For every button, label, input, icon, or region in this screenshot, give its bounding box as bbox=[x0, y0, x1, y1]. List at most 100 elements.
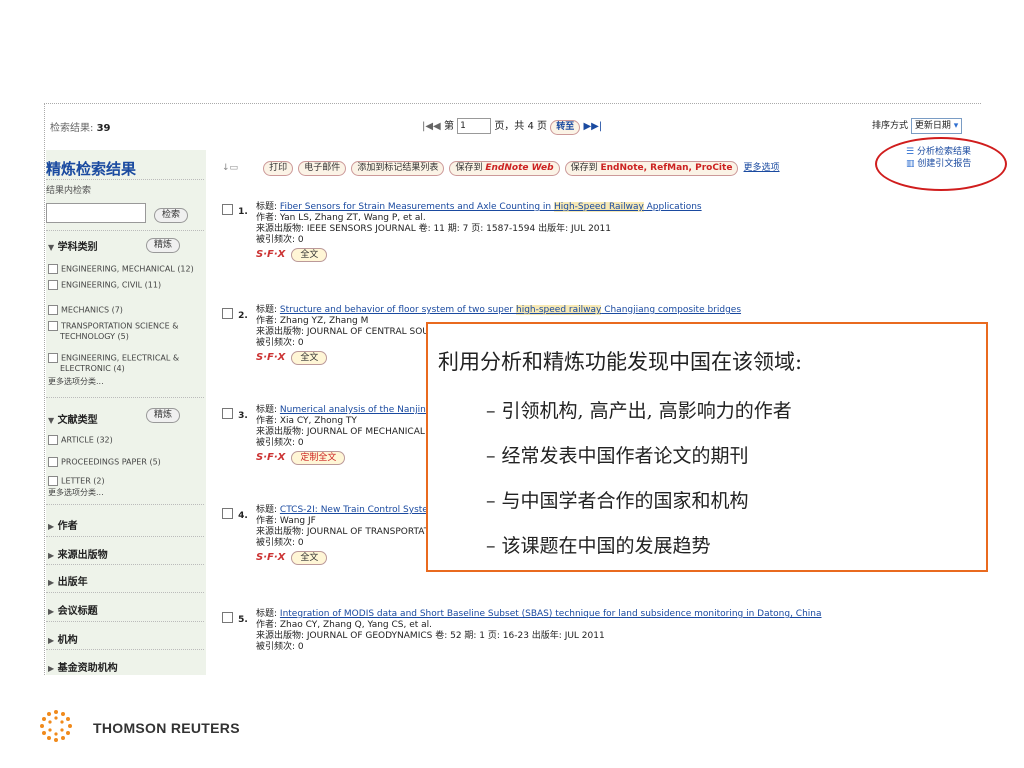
fulltext-button[interactable]: 全文 bbox=[291, 248, 328, 262]
facet-doctype-header[interactable]: ▼ 文献类型 bbox=[48, 411, 98, 426]
add-marked-button[interactable]: 添加到标记结果列表 bbox=[351, 161, 445, 176]
endnote-refman-label: EndNote, RefMan, ProCite bbox=[600, 163, 733, 173]
facet-conference[interactable]: ▶ 会议标题 bbox=[48, 602, 98, 617]
search-within-input[interactable] bbox=[46, 203, 146, 223]
record-number: 5. bbox=[238, 615, 248, 625]
first-page-icon[interactable]: |◀◀ bbox=[422, 121, 441, 132]
sort-select[interactable]: 更新日期 ▾ bbox=[910, 118, 963, 134]
checkbox[interactable] bbox=[48, 476, 58, 486]
checkbox[interactable] bbox=[48, 435, 58, 445]
more-options-link[interactable]: 更多选项 bbox=[744, 163, 780, 173]
fulltext-button[interactable]: 全文 bbox=[291, 551, 328, 565]
search-button[interactable]: 检索 bbox=[154, 208, 189, 223]
checkbox[interactable] bbox=[48, 353, 58, 363]
checkbox[interactable] bbox=[48, 305, 58, 315]
collapse-icon: ▼ bbox=[48, 243, 55, 252]
facet-item[interactable]: PROCEEDINGS PAPER (5) bbox=[48, 457, 161, 468]
checkbox[interactable] bbox=[48, 457, 58, 467]
save-endnote-web-button[interactable]: 保存到 EndNote Web bbox=[449, 161, 560, 176]
callout-item-2: – 经常发表中国作者论文的期刊 bbox=[486, 445, 749, 467]
search-within-label: 结果内检索 bbox=[46, 186, 92, 196]
highlight-oval bbox=[875, 137, 1007, 191]
expand-icon: ▶ bbox=[48, 636, 55, 645]
facet-year[interactable]: ▶ 出版年 bbox=[48, 573, 88, 588]
record-number: 4. bbox=[238, 511, 248, 521]
subject-refine-button[interactable]: 精炼 bbox=[146, 238, 181, 253]
goto-button[interactable]: 转至 bbox=[550, 120, 581, 135]
sort-area: 排序方式 更新日期 ▾ bbox=[872, 118, 963, 134]
record-checkbox[interactable] bbox=[222, 508, 233, 519]
record-title-link[interactable]: Numerical analysis of the Nanjing bbox=[280, 405, 432, 415]
logo-text: THOMSON REUTERS bbox=[93, 720, 240, 736]
subject-more-link[interactable]: 更多选项分类... bbox=[48, 377, 104, 387]
facet-item[interactable]: ENGINEERING, CIVIL (11) bbox=[48, 280, 161, 291]
facet-item[interactable]: LETTER (2) bbox=[48, 476, 105, 487]
divider bbox=[46, 621, 204, 622]
record-checkbox[interactable] bbox=[222, 612, 233, 623]
facet-author[interactable]: ▶ 作者 bbox=[48, 517, 78, 532]
sfx-button[interactable]: S·F·X bbox=[256, 249, 285, 260]
custom-fulltext-button[interactable]: 定制全文 bbox=[291, 451, 346, 465]
facet-item[interactable]: ENGINEERING, ELECTRICAL & ELECTRONIC (4) bbox=[48, 353, 179, 374]
sfx-button[interactable]: S·F·X bbox=[256, 552, 285, 563]
callout-item-3: – 与中国学者合作的国家和机构 bbox=[486, 490, 749, 512]
record-cited: 被引频次: 0 bbox=[256, 235, 304, 245]
checkbox[interactable] bbox=[48, 280, 58, 290]
collapse-icon: ▼ bbox=[48, 416, 55, 425]
record-title-link[interactable]: Integration of MODIS data and Short Base… bbox=[280, 609, 822, 619]
divider bbox=[46, 592, 204, 593]
sfx-button[interactable]: S·F·X bbox=[256, 352, 285, 363]
callout-box: 利用分析和精炼功能发现中国在该领域: – 引领机构, 高产出, 高影响力的作者 … bbox=[426, 322, 988, 572]
facet-source[interactable]: ▶ 来源出版物 bbox=[48, 546, 108, 561]
facet-item[interactable]: ENGINEERING, MECHANICAL (12) bbox=[48, 264, 194, 275]
record-title: 标题: Integration of MODIS data and Short … bbox=[256, 609, 822, 619]
record-number: 1. bbox=[238, 207, 248, 217]
checkbox[interactable] bbox=[48, 321, 58, 331]
expand-icon: ▶ bbox=[48, 551, 55, 560]
divider-3 bbox=[46, 504, 204, 505]
left-divider bbox=[44, 103, 45, 675]
record-checkbox[interactable] bbox=[222, 308, 233, 319]
save-to2-label: 保存到 bbox=[570, 163, 598, 173]
page-total: 页，共 4 页 bbox=[494, 121, 548, 132]
record-title-link[interactable]: CTCS-2I: New Train Control Syster bbox=[280, 505, 432, 515]
page-input[interactable]: 1 bbox=[457, 118, 492, 134]
doctype-more-link[interactable]: 更多选项分类... bbox=[48, 488, 104, 498]
chevron-down-icon: ▾ bbox=[953, 121, 959, 131]
facet-funding[interactable]: ▶ 基金资助机构 bbox=[48, 659, 118, 674]
expand-icon: ▶ bbox=[48, 607, 55, 616]
divider bbox=[46, 536, 204, 537]
email-button[interactable]: 电子邮件 bbox=[298, 161, 347, 176]
page-label: 第 bbox=[443, 121, 454, 132]
record-source: 来源出版物: JOURNAL OF GEODYNAMICS 卷: 52 期: 1… bbox=[256, 631, 605, 641]
select-all-icon[interactable]: ↓▭ bbox=[222, 163, 238, 173]
doctype-refine-button[interactable]: 精炼 bbox=[146, 408, 181, 423]
facet-item[interactable]: ARTICLE (32) bbox=[48, 435, 113, 446]
facet-item[interactable]: MECHANICS (7) bbox=[48, 305, 123, 316]
record-2: 2. 标题: Structure and behavior of floor s… bbox=[222, 303, 962, 365]
record-title-link[interactable]: Structure and behavior of floor system o… bbox=[280, 305, 741, 315]
print-button[interactable]: 打印 bbox=[263, 161, 294, 176]
results-count: 39 bbox=[96, 123, 111, 134]
facet-item[interactable]: TRANSPORTATION SCIENCE & TECHNOLOGY (5) bbox=[48, 321, 178, 342]
record-checkbox[interactable] bbox=[222, 204, 233, 215]
sidebar-title-divider bbox=[46, 179, 204, 180]
expand-icon: ▶ bbox=[48, 578, 55, 587]
fulltext-button[interactable]: 全文 bbox=[291, 351, 328, 365]
thomson-reuters-logo bbox=[38, 708, 74, 748]
next-page-icon[interactable]: ▶▶| bbox=[583, 121, 602, 132]
sidebar: 精炼检索结果 结果内检索 检索 ▼ 学科类别 精炼 ENGINEERING, M… bbox=[46, 150, 206, 675]
expand-icon: ▶ bbox=[48, 664, 55, 673]
save-endnote-button[interactable]: 保存到 EndNote, RefMan, ProCite bbox=[564, 161, 739, 176]
record-title-link[interactable]: Fiber Sensors for Strain Measurements an… bbox=[280, 202, 702, 212]
record-checkbox[interactable] bbox=[222, 408, 233, 419]
divider bbox=[46, 649, 204, 650]
facet-subject-header[interactable]: ▼ 学科类别 bbox=[48, 238, 98, 253]
sfx-button[interactable]: S·F·X bbox=[256, 452, 285, 463]
logo-dot-circle-icon bbox=[40, 710, 72, 742]
record-title: 标题: Fiber Sensors for Strain Measurement… bbox=[256, 202, 702, 212]
facet-institution[interactable]: ▶ 机构 bbox=[48, 631, 78, 646]
checkbox[interactable] bbox=[48, 264, 58, 274]
sort-label: 排序方式 bbox=[872, 121, 909, 131]
results-count-area: 检索结果: 39 bbox=[50, 119, 110, 134]
